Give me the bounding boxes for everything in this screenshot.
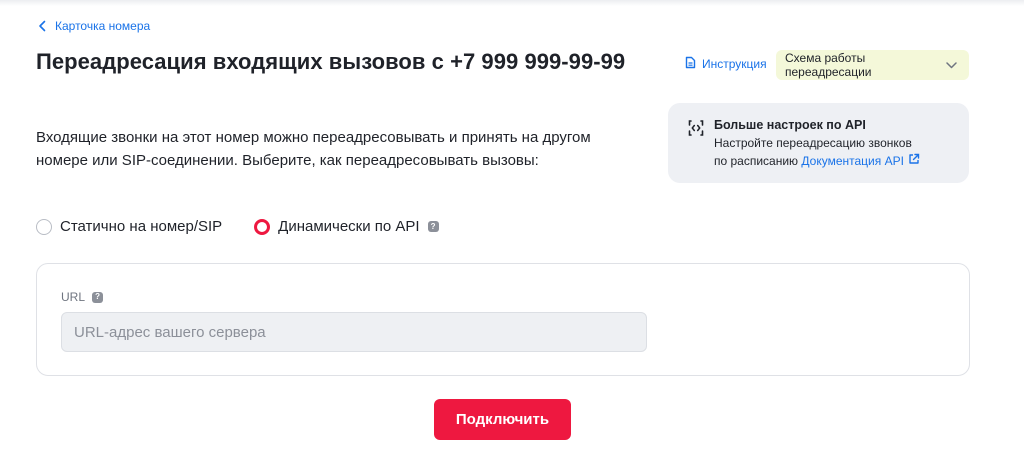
question-icon[interactable]: ? xyxy=(92,291,104,303)
api-card: Больше настроек по API Настройте переадр… xyxy=(668,103,969,183)
radio-dynamic-api[interactable]: Динамически по API ? xyxy=(254,218,439,235)
chevron-left-icon xyxy=(38,20,47,32)
scheme-dropdown-button[interactable]: Схема работы переадресации xyxy=(776,50,969,80)
chevron-down-icon xyxy=(946,58,957,72)
api-card-title: Больше настроек по API xyxy=(714,118,866,132)
api-card-line2: по расписанию xyxy=(714,154,799,168)
radio-dynamic-label: Динамически по API xyxy=(278,218,420,235)
external-link-icon xyxy=(908,152,920,170)
back-link[interactable]: Карточка номера xyxy=(38,19,150,33)
api-docs-link[interactable]: Документация API xyxy=(801,152,920,170)
api-card-line1: Настройте переадресацию звонков xyxy=(714,136,912,150)
radio-static-circle[interactable] xyxy=(36,218,52,235)
connect-button[interactable]: Подключить xyxy=(434,399,571,440)
radio-static[interactable]: Статично на номер/SIP xyxy=(36,218,222,235)
scheme-label: Схема работы переадресации xyxy=(785,51,872,79)
code-icon xyxy=(688,118,704,138)
forwarding-mode-group: Статично на номер/SIP Динамически по API… xyxy=(36,218,439,235)
question-icon[interactable]: ? xyxy=(427,221,439,232)
url-settings-panel: URL ? xyxy=(36,263,970,376)
page-title: Переадресация входящих вызовов с +7 999 … xyxy=(36,49,626,74)
document-icon xyxy=(685,56,696,72)
url-field-label: URL xyxy=(61,290,86,304)
instruction-link[interactable]: Инструкция xyxy=(685,56,767,72)
url-input[interactable] xyxy=(61,312,647,352)
instruction-label: Инструкция xyxy=(702,57,767,71)
radio-dynamic-circle[interactable] xyxy=(254,218,271,235)
radio-static-label: Статично на номер/SIP xyxy=(60,218,223,235)
back-link-label: Карточка номера xyxy=(55,19,151,33)
description-text: Входящие звонки на этот номер можно пере… xyxy=(36,129,591,169)
top-shadow xyxy=(0,0,1024,6)
api-docs-link-label: Документация API xyxy=(801,154,904,168)
